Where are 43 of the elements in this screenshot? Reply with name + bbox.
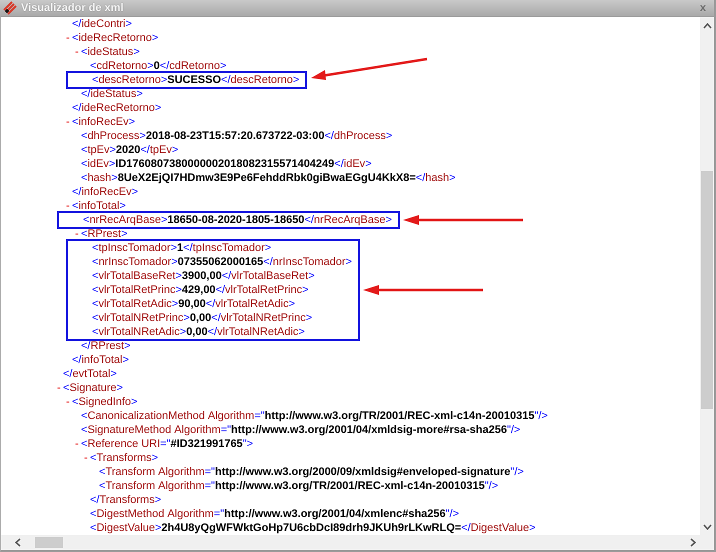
xml-line: </Transforms> <box>89 493 162 507</box>
close-button[interactable]: x <box>698 1 708 15</box>
xml-line: </ideRecRetorno> <box>71 101 162 115</box>
xml-line: <SignatureMethod Algorithm="http://www.w3.org/2001/04/xmldsig-more#rsa-sha256"/> <box>80 423 520 437</box>
xml-line: </infoRecEv> <box>71 185 138 199</box>
xml-line: <dhProcess>2018-08-23T15:57:20.673722-03:00</dhProcess> <box>80 129 392 143</box>
xml-line: </evtTotal> <box>62 367 117 381</box>
xml-line: - <RPrest> <box>75 227 128 241</box>
xml-line: <DigestValue>2h4U8yQgWFWktGoHp7U6cbDcI89drh9JKUh9rLKwRLQ=</DigestValue> <box>89 521 536 535</box>
xml-line: </ideContri> <box>71 17 132 31</box>
xml-line: <cdRetorno>0</cdRetorno> <box>89 59 226 73</box>
xml-line: </ideStatus> <box>80 87 143 101</box>
xml-line: <vlrTotalNRetPrinc>0,00</vlrTotalNRetPrinc> <box>91 311 312 325</box>
xml-line: <hash>8UeX2EjQI7HDmw3E9Pe6FehddRbk0giBwaEGgU4KkX8=</hash> <box>80 171 456 185</box>
window-title: Visualizador de xml <box>21 2 125 14</box>
xml-line: <CanonicalizationMethod Algorithm="http://www.w3.org/TR/2001/REC-xml-c14n-20010315"/> <box>80 409 548 423</box>
xml-line: <Transform Algorithm="http://www.w3.org/TR/2001/REC-xml-c14n-20010315"/> <box>98 479 498 493</box>
xml-line: <tpEv>2020</tpEv> <box>80 143 178 157</box>
xml-line: <Transform Algorithm="http://www.w3.org/2000/09/xmldsig#enveloped-signature"/> <box>98 465 524 479</box>
xml-line: - <Reference URI="#ID321991765"> <box>75 437 254 451</box>
xml-line: <vlrTotalNRetAdic>0,00</vlrTotalNRetAdic> <box>91 325 305 339</box>
xml-line: <vlrTotalRetAdic>90,00</vlrTotalRetAdic> <box>91 297 296 311</box>
xml-line: - <Transforms> <box>84 451 158 465</box>
xml-line: </infoTotal> <box>71 353 129 367</box>
xml-line: <DigestMethod Algorithm="http://www.w3.org/2001/04/xmlenc#sha256"/> <box>89 507 460 521</box>
xml-line: <vlrTotalRetPrinc>429,00</vlrTotalRetPrinc> <box>91 283 309 297</box>
xml-line: </RPrest> <box>80 339 131 353</box>
xml-line: <nrInscTomador>07355062000165</nrInscTomador> <box>91 255 352 269</box>
xml-line: - <ideRecRetorno> <box>66 31 158 45</box>
scroll-thumb[interactable] <box>701 171 713 409</box>
xml-line: <descRetorno>SUCESSO</descRetorno> <box>91 73 300 87</box>
xml-line: - <infoTotal> <box>66 199 126 213</box>
xml-line: - <infoRecEv> <box>66 115 136 129</box>
app-icon <box>3 1 17 15</box>
xml-line: - <ideStatus> <box>75 45 140 59</box>
xml-line: - <Signature> <box>57 381 123 395</box>
xml-line: <tpInscTomador>1</tpInscTomador> <box>91 241 272 255</box>
xml-line: <idEv>ID1760807380000002018082315571404249</idEv> <box>80 157 372 171</box>
xml-line: <nrRecArqBase>18650-08-2020-1805-18650</nrRecArqBase> <box>82 213 392 227</box>
xml-line: - <SignedInfo> <box>66 395 138 409</box>
xml-line: <vlrTotalBaseRet>3900,00</vlrTotalBaseRet> <box>91 269 315 283</box>
horizontal-scrollbar[interactable] <box>0 535 714 552</box>
scroll-thumb[interactable] <box>35 537 63 548</box>
